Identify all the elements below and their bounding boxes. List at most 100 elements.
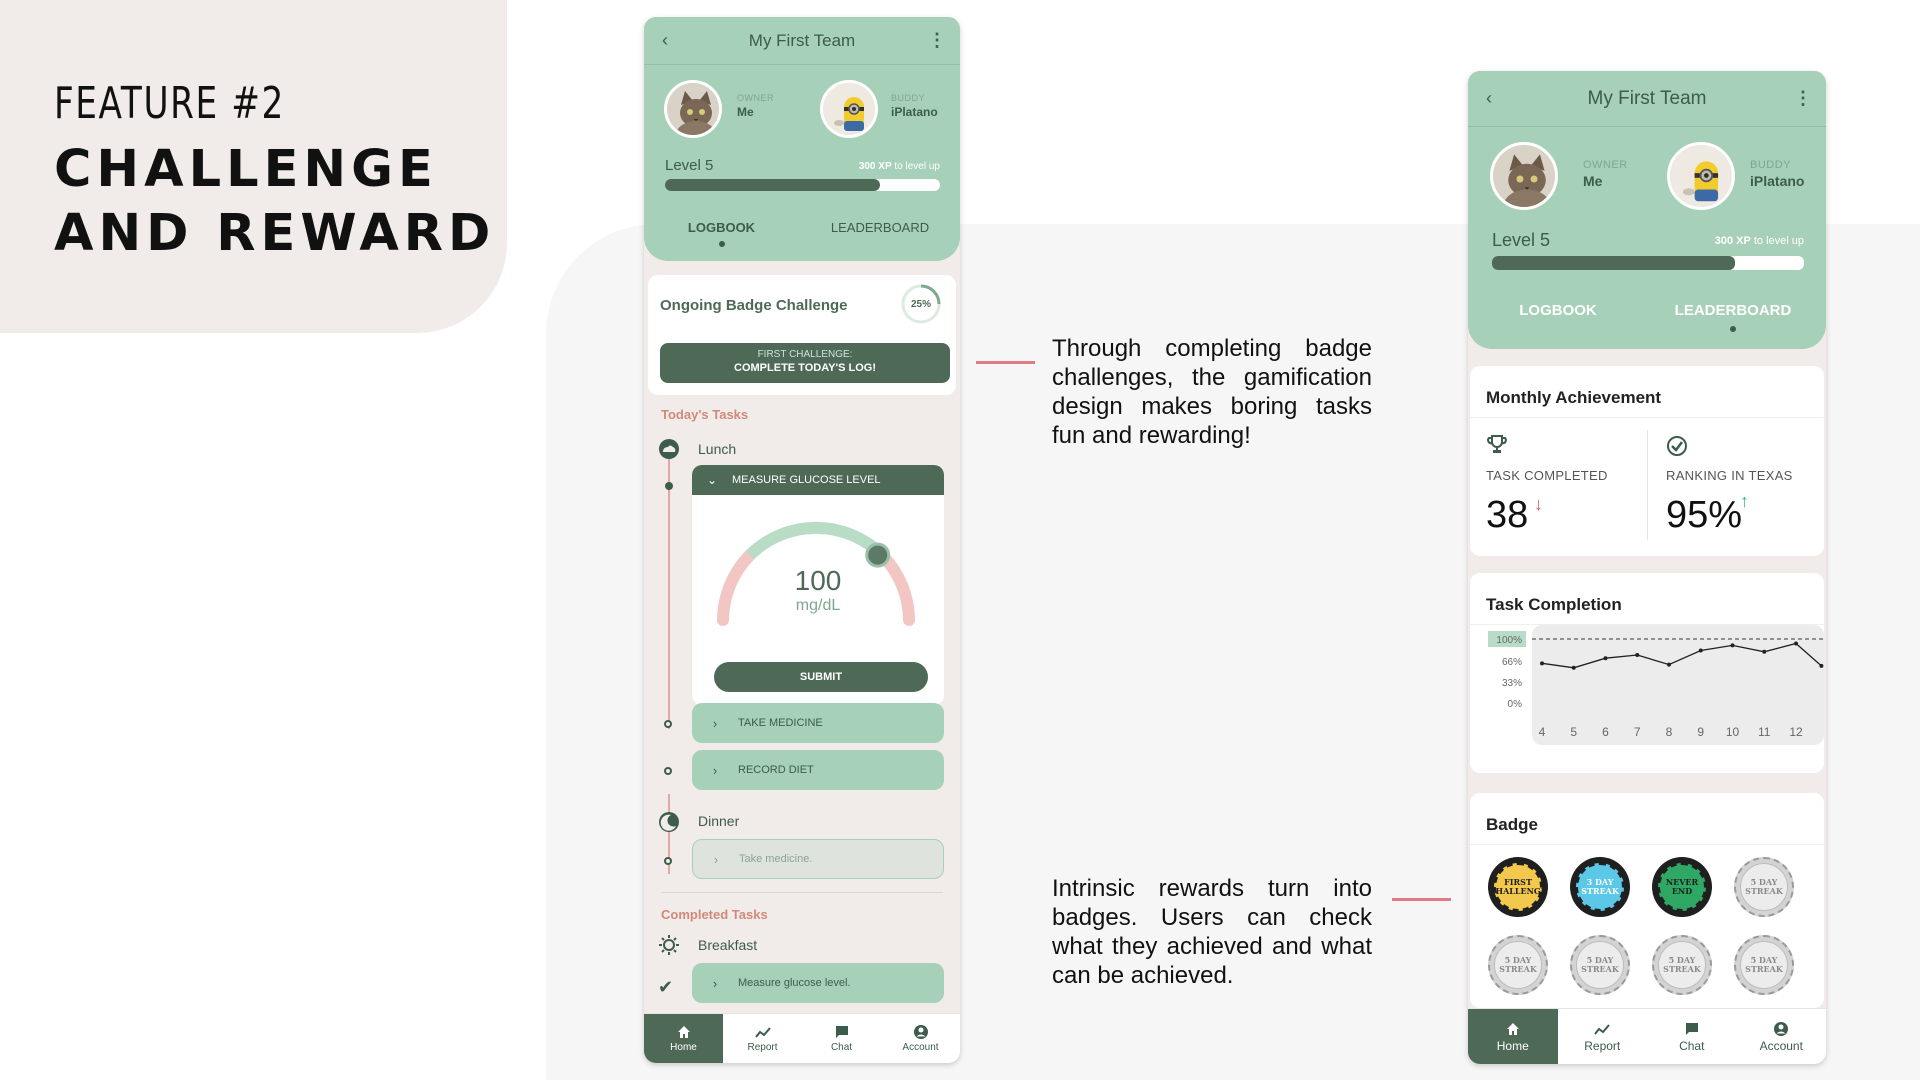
nav-report[interactable]: Report [1558,1009,1648,1064]
xp-to-level-up: 300 XP to level up [1715,235,1804,247]
nav-home[interactable]: Home [644,1014,723,1063]
owner-info: OWNER Me [737,93,774,119]
annotation-2: Intrinsic rewards turn into badges. User… [1052,875,1372,989]
gauge-knob[interactable] [865,542,891,568]
ranking-value: 95% [1666,494,1743,536]
y-tick-label: 66% [1502,657,1522,668]
x-tick-label: 6 [1602,725,1609,739]
tab-logbook[interactable]: LOGBOOK [1508,302,1608,319]
nav-report-label: Report [1584,1038,1621,1053]
badge-6[interactable]: 5 DAY STREAK [1570,935,1630,995]
badge-7[interactable]: 5 DAY STREAK [1652,935,1712,995]
xp-suffix: to level up [1750,235,1804,247]
back-icon[interactable]: ‹ [662,17,668,64]
glucose-task-title: MEASURE GLUCOSE LEVEL [732,474,881,486]
bottom-nav: Home Report Chat Account [1468,1008,1826,1064]
owner-avatar[interactable] [1490,142,1558,210]
challenge-progress-ring: 25% [900,283,942,325]
owner-name: Me [737,105,754,119]
badge-2[interactable]: 3 DAY STREAK [1570,857,1630,917]
submit-button[interactable]: SUBMIT [714,662,928,692]
dinner-task[interactable]: › Take medicine. [692,839,944,879]
challenge-banner[interactable]: FIRST CHALLENGE: COMPLETE TODAY'S LOG! [660,343,950,383]
record-diet-task[interactable]: › RECORD DIET [692,750,944,790]
badge-5[interactable]: 5 DAY STREAK [1488,935,1548,995]
xp-amount: 300 XP [1714,235,1751,247]
buddy-info: BUDDY iPlatano [1750,159,1804,189]
chat-icon [835,1026,848,1038]
data-point [1571,665,1576,670]
nav-account[interactable]: Account [1737,1009,1827,1064]
glucose-task-panel: ⌄ MEASURE GLUCOSE LEVEL 100 mg/dL SUBMIT [692,465,944,705]
task-completion-chart: 100% 66% 33% 0% 4 5 6 7 8 9 10 11 12 [1488,625,1824,745]
nav-report-label: Report [747,1042,778,1053]
dinner-task-label: Take medicine. [739,853,813,865]
trophy-icon [1487,435,1507,453]
breakfast-task[interactable]: › Measure glucose level. [692,963,944,1003]
glucose-unit: mg/dL [795,597,841,614]
completed-tasks-heading: Completed Tasks [661,907,768,922]
data-point [1698,648,1703,653]
nav-report[interactable]: Report [723,1014,802,1063]
account-icon [913,1025,928,1039]
tab-leaderboard[interactable]: LEADERBOARD [1663,302,1803,319]
card-divider [1470,844,1824,845]
level-progress-fill [1492,256,1736,270]
moon-icon [658,811,680,833]
level-progress-fill [665,179,880,191]
glucose-task-header[interactable]: ⌄ MEASURE GLUCOSE LEVEL [692,465,944,495]
nav-account[interactable]: Account [881,1014,960,1063]
badge-4[interactable]: 5 DAY STREAK [1734,857,1794,917]
trend-icon [754,1027,771,1038]
todays-tasks-heading: Today's Tasks [661,407,749,422]
level-progress-bar [665,179,940,191]
nav-chat[interactable]: Chat [1647,1009,1737,1064]
tab-logbook[interactable]: LOGBOOK [674,220,769,235]
feature-title-card: FEATURE #2 CHALLENGE AND REWARD [0,0,507,333]
badge-face: 5 DAY STREAK [1740,863,1788,911]
task-completion-title: Task Completion [1486,595,1622,614]
badge-1[interactable]: FIRST CHALLENGE [1488,857,1548,917]
buddy-avatar[interactable] [1667,142,1735,210]
team-title: My First Team [748,30,856,50]
x-tick-label: 12 [1789,725,1803,739]
owner-avatar[interactable] [664,80,722,138]
ranking-label: RANKING IN TEXAS [1666,468,1793,483]
record-diet-label: RECORD DIET [738,764,814,776]
monthly-achievement-card: Monthly Achievement TASK COMPLETED 38 ↓ … [1470,366,1824,556]
feature-number: FEATURE #2 [54,78,285,129]
active-tab-indicator [719,241,725,247]
back-icon[interactable]: ‹ [1486,71,1492,126]
owner-role: OWNER [737,93,774,103]
buddy-avatar[interactable] [820,80,878,138]
nav-home[interactable]: Home [1468,1009,1558,1064]
home-icon [1506,1022,1519,1035]
feature-title: CHALLENGE AND REWARD [54,138,495,266]
chevron-right-icon: › [712,715,718,731]
nav-home-label: Home [670,1042,697,1053]
owner-name: Me [1583,173,1603,189]
owner-info: OWNER Me [1583,159,1628,189]
nav-chat[interactable]: Chat [802,1014,881,1063]
x-tick-label: 11 [1758,725,1771,739]
x-tick-label: 8 [1666,725,1673,739]
more-icon[interactable]: ⋮ [1794,71,1812,126]
dinner-label: Dinner [698,813,740,829]
nav-home-label: Home [1496,1038,1529,1053]
level-progress-bar [1492,256,1804,270]
sun-icon [658,934,680,956]
task-completion-card: Task Completion 100% 66% 33% 0% 4 5 6 7 8 9 10 11 12 [1470,573,1824,773]
take-medicine-task[interactable]: › TAKE MEDICINE [692,703,944,743]
badge-8[interactable]: 5 DAY STREAK [1734,935,1794,995]
badge-3[interactable]: NEVER END [1652,857,1712,917]
badge-line-2: END [1671,886,1693,896]
badge-text: 5 DAY STREAK [1745,878,1783,896]
badge-face: 5 DAY STREAK [1658,941,1706,989]
badge-line-2: STREAK [1745,886,1783,896]
chevron-right-icon: › [713,851,719,867]
more-icon[interactable]: ⋮ [928,17,946,64]
team-title: My First Team [1587,87,1707,109]
checkmark-icon: ✔ [658,977,674,997]
tab-leaderboard[interactable]: LEADERBOARD [820,220,940,235]
glucose-value: 100 [794,565,842,596]
